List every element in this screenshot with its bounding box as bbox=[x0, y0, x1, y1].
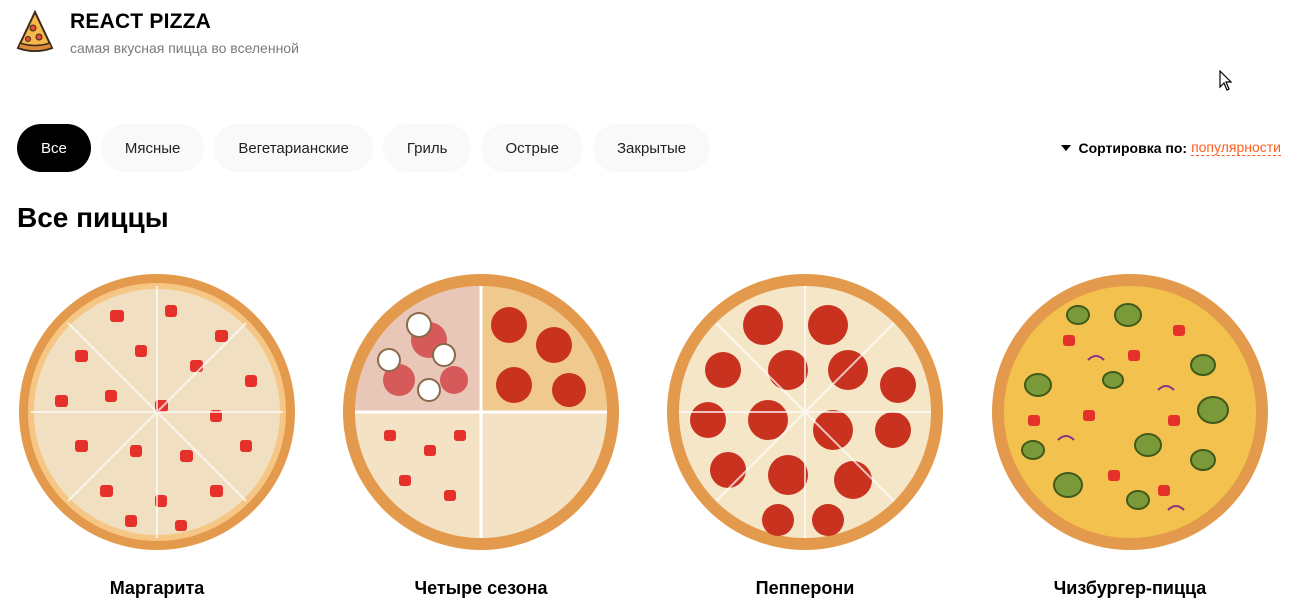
category-vegetarian[interactable]: Вегетарианские bbox=[214, 124, 373, 172]
pizza-name[interactable]: Четыре сезона bbox=[336, 578, 626, 599]
brand-title[interactable]: REACT PIZZA bbox=[70, 10, 299, 34]
pizza-card: Четыре сезона bbox=[336, 270, 626, 599]
brand-subtitle: самая вкусная пицца во вселенной bbox=[70, 40, 299, 56]
caret-down-icon[interactable] bbox=[1060, 144, 1071, 151]
category-all[interactable]: Все bbox=[17, 124, 91, 172]
category-grill[interactable]: Гриль bbox=[382, 124, 472, 172]
pizza-card: Чизбургер-пицца bbox=[985, 270, 1275, 599]
pizza-pepperoni-image[interactable] bbox=[663, 270, 947, 554]
category-closed[interactable]: Закрытые bbox=[593, 124, 711, 172]
category-tabs: Все Мясные Вегетарианские Гриль Острые З… bbox=[17, 124, 711, 172]
sort-value-dropdown[interactable]: популярности bbox=[1191, 139, 1281, 156]
category-spicy[interactable]: Острые bbox=[481, 124, 583, 172]
brand: REACT PIZZA самая вкусная пицца во вселе… bbox=[70, 8, 299, 56]
mouse-cursor-icon bbox=[1219, 70, 1233, 91]
pizza-card: Пепперони bbox=[660, 270, 950, 599]
site-header: REACT PIZZA самая вкусная пицца во вселе… bbox=[16, 8, 299, 56]
pizza-name[interactable]: Маргарита bbox=[12, 578, 302, 599]
pizza-slice-icon[interactable] bbox=[16, 10, 54, 54]
pizza-cheeseburger-image[interactable] bbox=[988, 270, 1272, 554]
sort-control: Сортировка по: популярности bbox=[1060, 139, 1281, 156]
category-meat[interactable]: Мясные bbox=[100, 124, 205, 172]
pizza-name[interactable]: Чизбургер-пицца bbox=[985, 578, 1275, 599]
pizza-four-seasons-image[interactable] bbox=[339, 270, 623, 554]
pizza-name[interactable]: Пепперони bbox=[660, 578, 950, 599]
pizza-margherita-image[interactable] bbox=[15, 270, 299, 554]
pizza-card: Маргарита bbox=[12, 270, 302, 599]
section-title: Все пиццы bbox=[17, 202, 169, 233]
sort-label: Сортировка по: bbox=[1078, 139, 1188, 156]
